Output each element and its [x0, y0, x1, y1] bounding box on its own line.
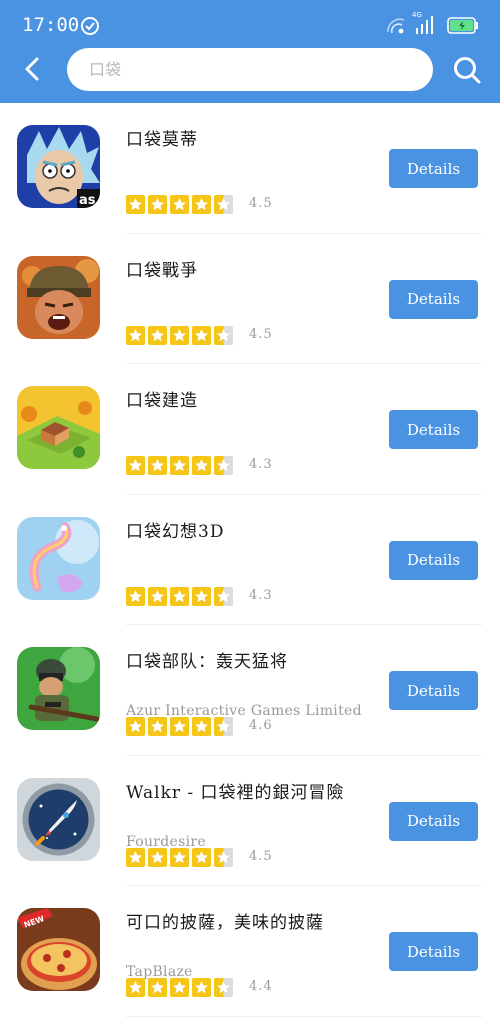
- star-icon: [126, 847, 145, 867]
- star-icon: [170, 717, 189, 736]
- app-list: as 口袋莫蒂 4.5 Details 口袋戰爭 4.5 Details 口袋建…: [0, 103, 500, 1017]
- app-title: 可口的披薩，美味的披薩: [126, 913, 324, 933]
- star-icon: [170, 195, 189, 214]
- star-icon: [192, 978, 211, 997]
- details-button[interactable]: Details: [389, 932, 478, 971]
- star-icon: [126, 978, 145, 997]
- rating-value: 4.3: [249, 587, 273, 603]
- star-icon: [148, 325, 167, 345]
- wifi-icon: [387, 18, 405, 34]
- app-title: 口袋部队：轰天猛将: [126, 652, 288, 672]
- star-icon: [192, 717, 211, 736]
- sniper-icon[interactable]: [17, 647, 100, 730]
- star-icon: [148, 456, 167, 475]
- star-icon: [148, 717, 167, 736]
- svg-text:as: as: [79, 193, 96, 208]
- star-icon: [126, 325, 145, 345]
- details-button[interactable]: Details: [389, 540, 478, 580]
- app-title: 口袋戰爭: [126, 260, 198, 281]
- list-item[interactable]: as 口袋莫蒂 4.5 Details: [0, 103, 500, 234]
- status-time: 17:00: [22, 14, 80, 36]
- star-icon: [126, 586, 145, 606]
- app-title: 口袋莫蒂: [126, 130, 198, 150]
- farm-island-icon[interactable]: [17, 386, 100, 469]
- star-icon: [170, 586, 189, 606]
- half-star-icon: [214, 586, 233, 606]
- half-star-icon: [214, 325, 233, 345]
- list-item[interactable]: NEW 可口的披薩，美味的披薩 TapBlaze 4.4 Details: [0, 886, 500, 1017]
- star-icon: [170, 978, 189, 997]
- dragon-icon[interactable]: [17, 516, 100, 600]
- star-rating: [126, 586, 233, 606]
- star-icon: [192, 847, 211, 867]
- rating-value: 4.5: [249, 196, 273, 211]
- star-rating: [126, 456, 233, 475]
- rating-value: 4.5: [249, 848, 273, 864]
- rating-value: 4.5: [249, 326, 273, 342]
- check-circle-icon: [81, 17, 99, 35]
- rating-value: 4.3: [249, 457, 273, 472]
- rating-value: 4.4: [249, 979, 273, 994]
- star-rating: [126, 978, 233, 997]
- battery-charging-icon: [447, 17, 478, 34]
- list-item[interactable]: 口袋戰爭 4.5 Details: [0, 234, 500, 365]
- app-title: 口袋建造: [126, 391, 198, 411]
- details-button[interactable]: Details: [389, 279, 478, 319]
- app-title: 口袋幻想3D: [126, 521, 225, 542]
- star-icon: [192, 586, 211, 606]
- details-button[interactable]: Details: [389, 149, 478, 188]
- half-star-icon: [214, 978, 233, 997]
- rating-value: 4.6: [249, 718, 273, 733]
- app-title: Walkr - 口袋裡的銀河冒險: [126, 782, 345, 803]
- half-star-icon: [214, 456, 233, 475]
- list-item[interactable]: 口袋部队：轰天猛将 Azur Interactive Games Limited…: [0, 625, 500, 756]
- star-icon: [148, 978, 167, 997]
- star-icon: [126, 195, 145, 214]
- star-icon: [126, 717, 145, 736]
- star-icon: [126, 456, 145, 475]
- list-item[interactable]: 口袋建造 4.3 Details: [0, 364, 500, 495]
- star-rating: [126, 325, 233, 345]
- top-bar: 17:00 4G: [0, 0, 500, 103]
- half-star-icon: [214, 717, 233, 736]
- star-rating: [126, 847, 233, 867]
- list-item[interactable]: 口袋幻想3D 4.3 Details: [0, 495, 500, 626]
- signal-icon: [416, 16, 433, 34]
- rick-and-morty-icon[interactable]: as: [17, 125, 100, 208]
- star-rating: [126, 195, 233, 214]
- list-item[interactable]: Walkr - 口袋裡的銀河冒險 Fourdesire 4.5 Details: [0, 756, 500, 887]
- star-icon: [148, 586, 167, 606]
- half-star-icon: [214, 195, 233, 214]
- back-arrow-icon[interactable]: [18, 54, 48, 84]
- star-icon: [192, 456, 211, 475]
- star-icon: [192, 195, 211, 214]
- pizza-icon[interactable]: NEW: [17, 908, 100, 991]
- details-button[interactable]: Details: [389, 410, 478, 449]
- star-icon: [192, 325, 211, 345]
- star-icon: [170, 325, 189, 345]
- star-rating: [126, 717, 233, 736]
- star-icon: [170, 847, 189, 867]
- search-icon[interactable]: [452, 55, 482, 85]
- soldier-icon[interactable]: [17, 255, 100, 339]
- star-icon: [148, 195, 167, 214]
- details-button[interactable]: Details: [389, 671, 478, 710]
- star-icon: [148, 847, 167, 867]
- half-star-icon: [214, 847, 233, 867]
- star-icon: [170, 456, 189, 475]
- search-bar[interactable]: [67, 48, 433, 91]
- rocket-icon[interactable]: [17, 777, 100, 861]
- search-input[interactable]: [89, 60, 409, 79]
- details-button[interactable]: Details: [389, 801, 478, 841]
